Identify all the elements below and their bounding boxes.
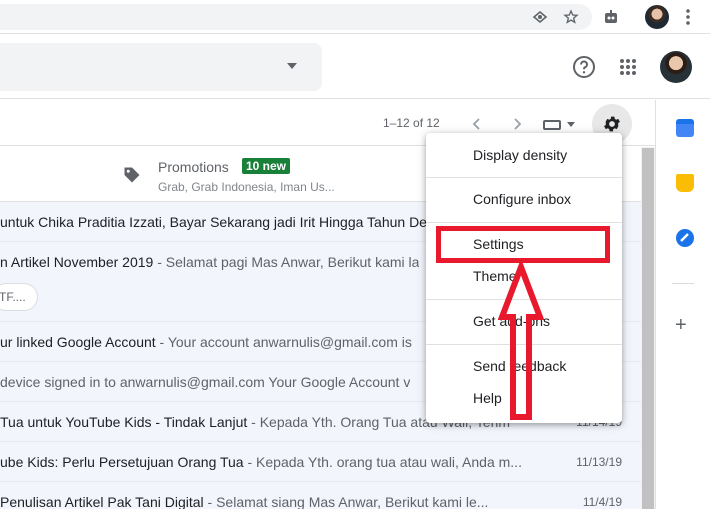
email-subject: n Artikel November 2019 — [0, 254, 154, 270]
address-bar[interactable] — [0, 4, 592, 30]
email-subject: ur linked Google Account — [0, 334, 156, 350]
category-title: Promotions — [158, 159, 229, 175]
eye-icon[interactable] — [529, 6, 551, 28]
new-count-badge: 10 new — [242, 158, 291, 174]
input-tools-caret-icon[interactable] — [567, 122, 575, 127]
apps-icon[interactable] — [613, 52, 643, 82]
menu-divider — [426, 222, 622, 223]
email-snippet: - Selamat pagi Mas Anwar, Berikut kami l… — [153, 254, 420, 270]
email-row[interactable]: Penulisan Artikel Pak Tani Digital - Sel… — [0, 482, 641, 509]
email-snippet: device signed in to anwarnulis@gmail.com… — [0, 374, 411, 390]
email-date: 11/13/19 — [576, 455, 622, 469]
tag-icon — [122, 165, 142, 190]
help-icon[interactable] — [569, 52, 599, 82]
email-subject: untuk Chika Praditia Izzati, Bayar Sekar… — [0, 214, 427, 230]
keep-icon[interactable] — [676, 174, 694, 192]
more-vert-icon[interactable] — [677, 6, 699, 28]
settings-highlight-box — [436, 226, 610, 263]
side-panel-divider — [672, 283, 694, 284]
attachment-chip[interactable]: TF.... — [0, 283, 38, 311]
browser-toolbar — [0, 0, 710, 34]
menu-divider — [426, 177, 622, 178]
menu-item-display-density[interactable]: Display density — [473, 147, 567, 163]
up-arrow-annotation — [498, 262, 544, 420]
extension-icon[interactable] — [600, 6, 622, 28]
category-senders: Grab, Grab Indonesia, Iman Us... — [158, 180, 335, 194]
email-date: 11/4/19 — [582, 495, 622, 509]
email-row[interactable]: ube Kids: Perlu Persetujuan Orang Tua - … — [0, 442, 641, 482]
avatar[interactable] — [645, 5, 669, 29]
menu-item-configure-inbox[interactable]: Configure inbox — [473, 191, 571, 207]
email-subject: Tua untuk YouTube Kids - Tindak Lanjut — [0, 414, 248, 430]
email-subject: ube Kids: Perlu Persetujuan Orang Tua — [0, 454, 244, 470]
email-snippet: - Your account anwarnulis@gmail.com is — [155, 334, 412, 350]
search-options-icon[interactable] — [287, 63, 297, 69]
keyboard-icon[interactable] — [543, 120, 561, 130]
email-snippet: - Selamat siang Mas Anwar, Berikut kami … — [203, 494, 489, 509]
gear-icon — [604, 116, 620, 132]
pagination-text: 1–12 of 12 — [383, 116, 440, 130]
add-icon[interactable]: + — [675, 314, 687, 337]
avatar[interactable] — [660, 51, 692, 83]
calendar-icon[interactable] — [676, 119, 694, 137]
search-input[interactable] — [0, 43, 322, 91]
star-icon[interactable] — [560, 6, 582, 28]
gmail-header — [0, 35, 710, 99]
email-snippet: - Kepada Yth. orang tua atau wali, Anda … — [243, 454, 522, 470]
email-subject: Penulisan Artikel Pak Tani Digital — [0, 494, 204, 509]
scrollbar-thumb[interactable] — [642, 148, 654, 509]
tasks-icon[interactable] — [676, 229, 694, 247]
side-panel: + — [655, 100, 710, 509]
